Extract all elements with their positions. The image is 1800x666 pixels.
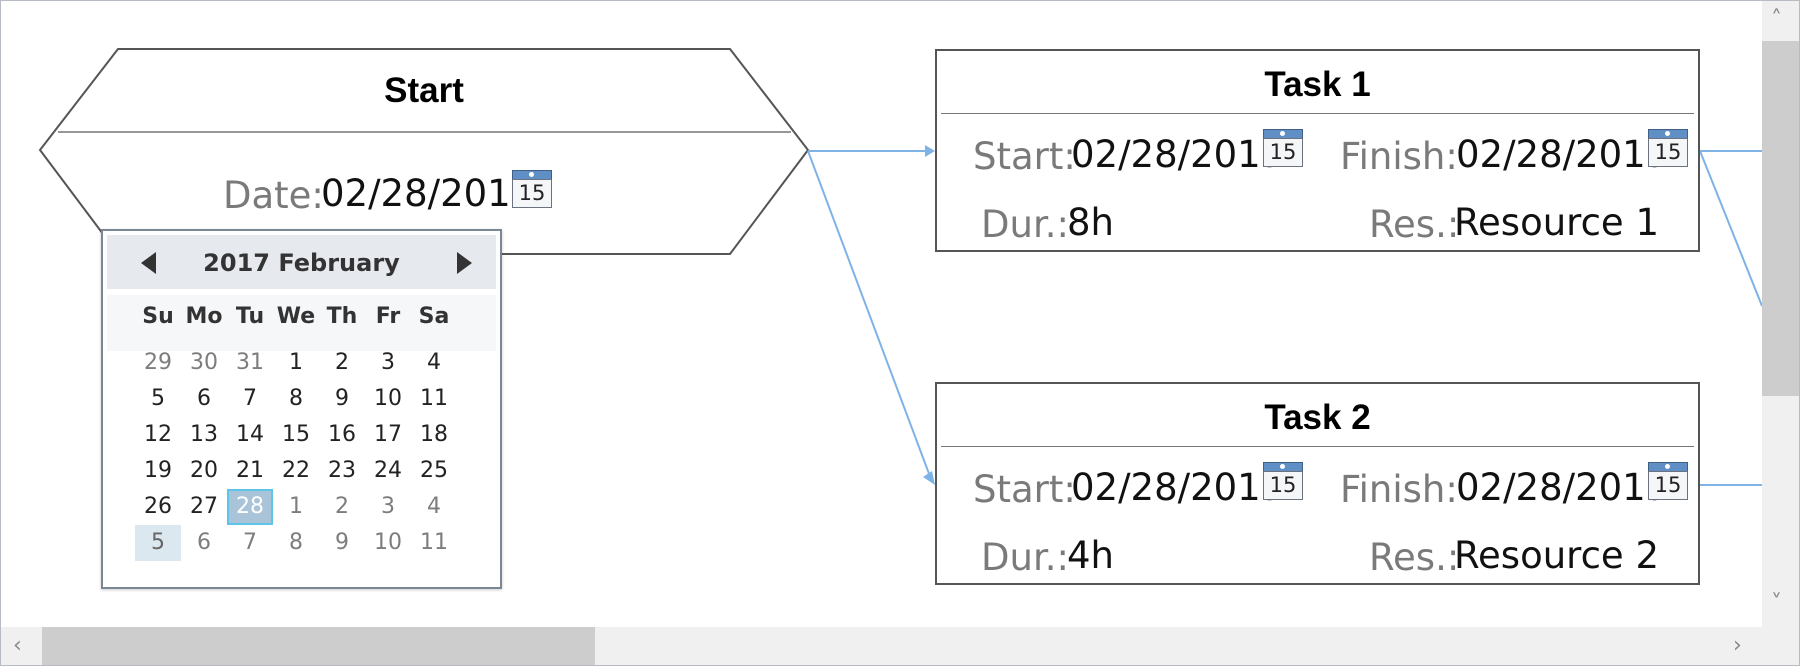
link-task1-down xyxy=(1699,150,1762,307)
task-divider xyxy=(941,113,1694,114)
weekday-label: Fr xyxy=(375,304,401,329)
weekday-label: Su xyxy=(142,304,174,329)
resource-value[interactable]: Resource 2 xyxy=(1454,534,1659,577)
calendar-icon[interactable]: 15 xyxy=(1263,462,1303,500)
calendar-day[interactable]: 17 xyxy=(365,417,411,453)
calendar-day[interactable]: 1 xyxy=(273,489,319,525)
calendar-day[interactable]: 4 xyxy=(411,345,457,381)
horizontal-scrollbar[interactable]: ‹ › xyxy=(1,627,1762,665)
vertical-scroll-thumb[interactable] xyxy=(1762,41,1799,396)
calendar-icon[interactable]: 15 xyxy=(1648,462,1688,500)
calendar-day[interactable]: 2 xyxy=(319,345,365,381)
calendar-day[interactable]: 30 xyxy=(181,345,227,381)
calendar-day[interactable]: 15 xyxy=(273,417,319,453)
finish-label: Finish: xyxy=(1340,135,1458,178)
calendar-month-title[interactable]: 2017 February xyxy=(107,249,496,277)
calendar-day[interactable]: 6 xyxy=(181,525,227,561)
weekday-label: Th xyxy=(326,304,358,329)
weekday-label: Mo xyxy=(185,304,223,329)
calendar-day[interactable]: 28 xyxy=(227,489,273,525)
scrollbar-corner xyxy=(1762,627,1799,665)
calendar-day[interactable]: 12 xyxy=(135,417,181,453)
chevron-left-icon[interactable]: ‹ xyxy=(13,633,22,658)
calendar-day[interactable]: 8 xyxy=(273,525,319,561)
calendar-day[interactable]: 3 xyxy=(365,345,411,381)
calendar-day[interactable]: 11 xyxy=(411,525,457,561)
vertical-scrollbar[interactable]: ˄ ˅ xyxy=(1762,1,1799,627)
weekday-label: We xyxy=(276,304,316,329)
finish-value[interactable]: 02/28/2017 xyxy=(1456,466,1669,509)
chevron-right-icon[interactable]: › xyxy=(1733,633,1742,658)
finish-label: Finish: xyxy=(1340,468,1458,511)
task-title: Task 1 xyxy=(1264,65,1371,104)
calendar-day[interactable]: 18 xyxy=(411,417,457,453)
calendar-day[interactable]: 13 xyxy=(181,417,227,453)
task-divider xyxy=(941,446,1694,447)
calendar-day[interactable]: 22 xyxy=(273,453,319,489)
calendar-day[interactable]: 21 xyxy=(227,453,273,489)
calendar-day[interactable]: 9 xyxy=(319,525,365,561)
calendar-day[interactable]: 16 xyxy=(319,417,365,453)
calendar-day[interactable]: 29 xyxy=(135,345,181,381)
calendar-day[interactable]: 7 xyxy=(227,381,273,417)
calendar-icon[interactable]: 15 xyxy=(1648,129,1688,167)
calendar-day[interactable]: 2 xyxy=(319,489,365,525)
calendar-day[interactable]: 31 xyxy=(227,345,273,381)
start-date-label: Date: xyxy=(223,174,324,217)
chevron-right-icon[interactable] xyxy=(457,252,472,274)
horizontal-scroll-thumb[interactable] xyxy=(42,627,595,665)
calendar-day[interactable]: 25 xyxy=(411,453,457,489)
calendar-day[interactable]: 19 xyxy=(135,453,181,489)
arrowhead-task2 xyxy=(923,471,935,485)
calendar-icon[interactable]: 15 xyxy=(1263,129,1303,167)
start-value[interactable]: 02/28/2017 xyxy=(1071,466,1284,509)
resource-label: Res.: xyxy=(1369,536,1460,579)
calendar-day[interactable]: 27 xyxy=(181,489,227,525)
start-node-title: Start xyxy=(384,71,464,110)
resource-value[interactable]: Resource 1 xyxy=(1454,201,1659,244)
duration-value[interactable]: 8h xyxy=(1067,201,1114,244)
date-picker-popup: 2017 February Su Mo Tu We Th Fr Sa 29 30 31 1 2 3 4 5 6… xyxy=(101,229,502,589)
calendar-day[interactable]: 5 xyxy=(135,381,181,417)
task-node-1[interactable]: Task 1 Start: 02/28/2017 15 Finish: 02/2… xyxy=(935,49,1700,252)
calendar-day[interactable]: 10 xyxy=(365,381,411,417)
link-start-task2 xyxy=(807,150,932,480)
calendar-day[interactable]: 9 xyxy=(319,381,365,417)
calendar-day[interactable]: 26 xyxy=(135,489,181,525)
duration-value[interactable]: 4h xyxy=(1067,534,1114,577)
calendar-day[interactable]: 1 xyxy=(273,345,319,381)
start-date-value[interactable]: 02/28/2017 xyxy=(321,172,534,215)
calendar-day[interactable]: 20 xyxy=(181,453,227,489)
calendar-day[interactable]: 11 xyxy=(411,381,457,417)
weekday-label: Tu xyxy=(235,304,265,329)
task-node-2[interactable]: Task 2 Start: 02/28/2017 15 Finish: 02/2… xyxy=(935,382,1700,585)
calendar-day[interactable]: 8 xyxy=(273,381,319,417)
calendar-day[interactable]: 3 xyxy=(365,489,411,525)
resource-label: Res.: xyxy=(1369,203,1460,246)
arrowhead-task1 xyxy=(925,145,935,157)
chart-canvas: Start Date: 02/28/2017 15 Task 1 Start: … xyxy=(1,1,1762,627)
chevron-up-icon[interactable]: ˄ xyxy=(1771,7,1782,32)
calendar-day[interactable]: 23 xyxy=(319,453,365,489)
finish-value[interactable]: 02/28/2017 xyxy=(1456,133,1669,176)
calendar-day[interactable]: 7 xyxy=(227,525,273,561)
calendar-day[interactable]: 5 xyxy=(135,525,181,561)
calendar-day[interactable]: 4 xyxy=(411,489,457,525)
start-value[interactable]: 02/28/2017 xyxy=(1071,133,1284,176)
weekday-label: Sa xyxy=(418,304,450,329)
calendar-day[interactable]: 10 xyxy=(365,525,411,561)
calendar-icon[interactable]: 15 xyxy=(512,170,552,208)
start-label: Start: xyxy=(973,468,1076,511)
calendar-day[interactable]: 6 xyxy=(181,381,227,417)
start-label: Start: xyxy=(973,135,1076,178)
calendar-day[interactable]: 14 xyxy=(227,417,273,453)
pert-chart-view: Start Date: 02/28/2017 15 Task 1 Start: … xyxy=(0,0,1800,666)
calendar-header: 2017 February xyxy=(107,235,496,289)
chevron-down-icon[interactable]: ˅ xyxy=(1771,591,1782,616)
calendar-day[interactable]: 24 xyxy=(365,453,411,489)
task-title: Task 2 xyxy=(1264,398,1371,437)
duration-label: Dur.: xyxy=(981,536,1069,579)
duration-label: Dur.: xyxy=(981,203,1069,246)
